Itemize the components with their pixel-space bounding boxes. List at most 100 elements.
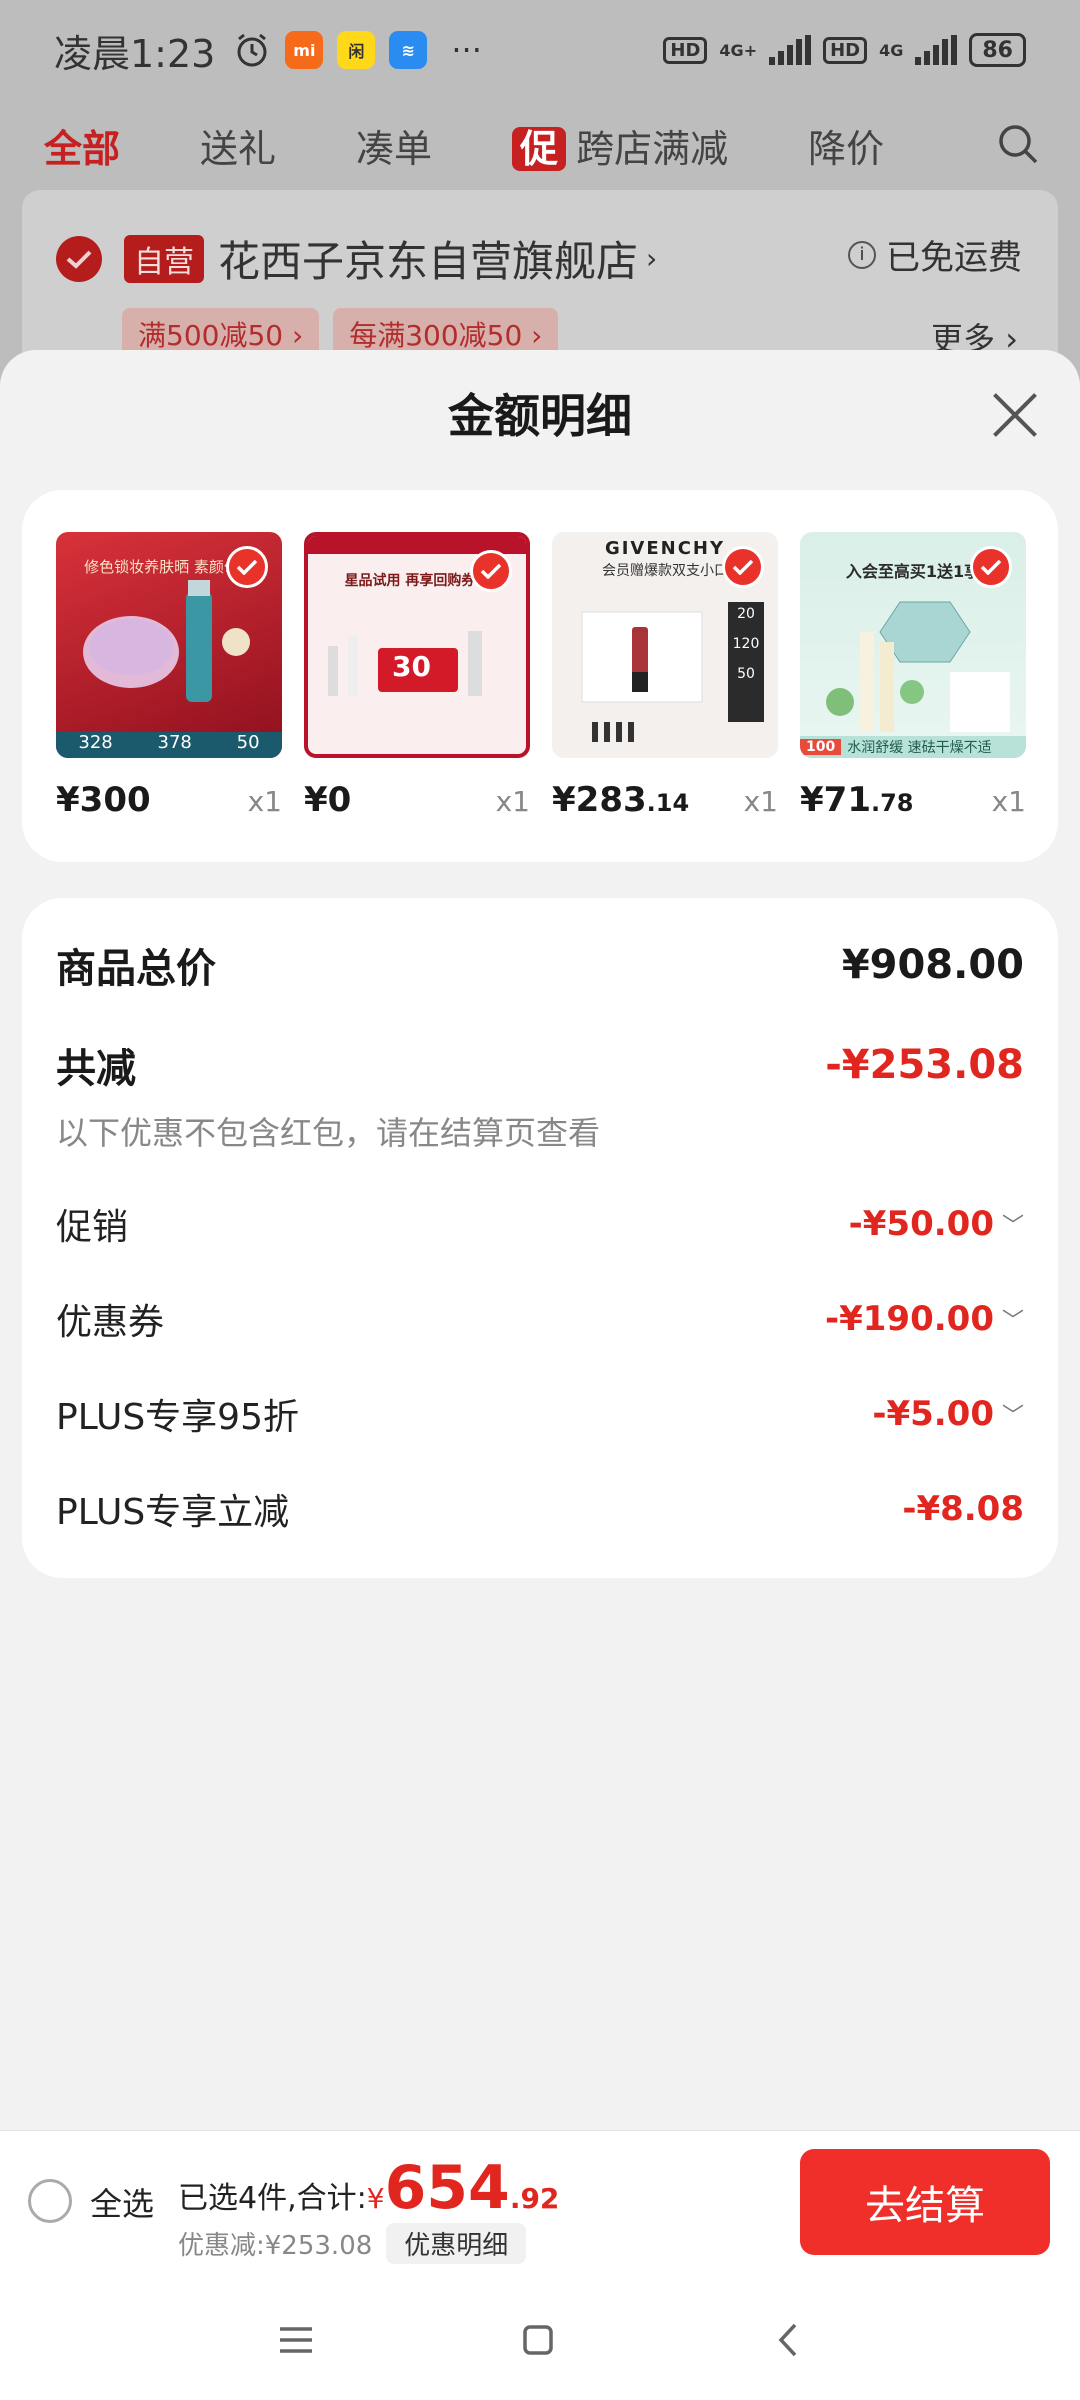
product-quantity: x1 xyxy=(743,785,778,818)
select-all-radio[interactable] xyxy=(28,2179,72,2223)
signal-icon-2 xyxy=(915,35,958,65)
menu-icon[interactable] xyxy=(266,2310,326,2370)
back-icon[interactable] xyxy=(758,2310,818,2370)
discount-summary: 优惠减:¥253.08 优惠明细 xyxy=(178,2223,527,2264)
info-icon[interactable]: i xyxy=(848,240,876,269)
tab-price-drop[interactable]: 降价 xyxy=(808,118,884,173)
signal-icon xyxy=(769,35,812,65)
home-icon[interactable] xyxy=(508,2310,568,2370)
discount-row-promotion[interactable]: 促销 -¥50.00 ﹀ xyxy=(56,1198,1024,1250)
select-all-label[interactable]: 全选 xyxy=(90,2179,154,2225)
store-check-icon[interactable] xyxy=(56,235,102,282)
amount-detail-sheet: 金额明细 修色锁妆养肤晒 素颜匀净 328 378 50 ¥300 x1 星品试… xyxy=(0,350,1080,2130)
selected-count-text: 已选4件,合计: xyxy=(178,2181,367,2216)
discount-detail-button[interactable]: 优惠明细 xyxy=(386,2223,527,2264)
hd-icon: HD xyxy=(663,36,708,64)
amount-detail-card: 商品总价 ¥908.00 共减 -¥253.08 以下优惠不包含红包，请在结算页… xyxy=(22,898,1058,1578)
mi-app-icon: mi xyxy=(285,31,324,69)
total-currency: ¥ xyxy=(366,2182,385,2215)
tab-bundle[interactable]: 凑单 xyxy=(356,118,432,173)
product-thumbnail: 星品试用 再享回购券补 30 xyxy=(304,532,530,758)
store-name[interactable]: 花西子京东自营旗舰店 xyxy=(218,228,638,289)
strip-price: 50 xyxy=(236,732,260,753)
total-reduce-value: -¥253.08 xyxy=(825,1042,1024,1088)
search-icon[interactable] xyxy=(996,122,1040,166)
status-time: 凌晨1:23 xyxy=(54,31,216,76)
price-integer: ¥300 xyxy=(56,780,151,820)
product-item[interactable]: 修色锁妆养肤晒 素颜匀净 328 378 50 ¥300 x1 xyxy=(56,532,282,820)
discount-amount: -¥50.00 xyxy=(848,1204,994,1244)
tab-gift[interactable]: 送礼 xyxy=(200,118,276,173)
product-footer: 水润舒缓 速砝干燥不适 xyxy=(847,740,992,756)
shipping-status: i 已免运费 xyxy=(848,230,1022,279)
product-thumbnail: 入会至高买1送1享 100 水润舒缓 速砝干燥不适 xyxy=(800,532,1026,758)
total-reduce-row: 共减 -¥253.08 xyxy=(56,1036,1024,1094)
products-card: 修色锁妆养肤晒 素颜匀净 328 378 50 ¥300 x1 星品试用 再享回… xyxy=(22,490,1058,862)
product-price-row: ¥300 x1 xyxy=(56,780,282,820)
chevron-down-icon[interactable]: ﹀ xyxy=(1002,1208,1024,1240)
shipping-text: 已免运费 xyxy=(886,238,1022,278)
discount-amount: -¥190.00 xyxy=(825,1299,994,1339)
total-decimal: .92 xyxy=(509,2182,560,2215)
product-item[interactable]: GIVENCHY 会员赠爆款双支小口 20 120 50 ¥283.14 x1 xyxy=(552,532,778,820)
checkout-button[interactable]: 去结算 xyxy=(800,2149,1050,2255)
discount-row-plus-95[interactable]: PLUS专享95折 -¥5.00 ﹀ xyxy=(56,1388,1024,1440)
system-nav-bar xyxy=(0,2270,1080,2400)
total-reduce-label: 共减 xyxy=(56,1046,136,1092)
price-decimal: .14 xyxy=(646,789,690,817)
total-integer: 654 xyxy=(384,2153,510,2223)
network-type-1: 4G+ xyxy=(719,40,758,60)
chevron-down-icon[interactable]: ﹀ xyxy=(1002,1398,1024,1430)
status-bar: 凌晨1:23 mi 闲 ≋ ··· HD 4G+ HD 4G 86 xyxy=(0,0,1080,100)
alarm-icon xyxy=(237,33,267,67)
chevron-down-icon[interactable]: ﹀ xyxy=(1002,1303,1024,1335)
xianyu-app-icon: 闲 xyxy=(337,31,376,69)
discount-row-coupon[interactable]: 优惠券 -¥190.00 ﹀ xyxy=(56,1293,1024,1345)
product-price-row: ¥0 x1 xyxy=(304,780,530,820)
strip-price: 328 xyxy=(78,732,113,753)
price-integer: ¥283 xyxy=(552,780,647,820)
product-price: ¥300 xyxy=(56,780,151,820)
self-operated-badge: 自营 xyxy=(124,234,204,283)
sheet-title: 金额明细 xyxy=(448,389,632,443)
discount-value: -¥8.08 xyxy=(902,1489,1024,1529)
product-tiers: 20 120 50 xyxy=(730,606,762,682)
product-price: ¥71.78 xyxy=(800,780,914,820)
selected-check-icon[interactable] xyxy=(470,550,512,592)
store-header[interactable]: 自营 花西子京东自营旗舰店 › xyxy=(56,228,657,289)
product-thumbnail: 修色锁妆养肤晒 素颜匀净 328 378 50 xyxy=(56,532,282,758)
product-price-strip: 328 378 50 xyxy=(56,732,282,758)
product-quantity: x1 xyxy=(495,785,530,818)
discount-amount: -¥5.00 xyxy=(872,1394,994,1434)
discount-note: 以下优惠不包含红包，请在结算页查看 xyxy=(56,1114,601,1152)
total-price-row: 商品总价 ¥908.00 xyxy=(56,936,1024,994)
product-item[interactable]: 星品试用 再享回购券补 30 ¥0 x1 xyxy=(304,532,530,820)
tab-cross-store[interactable]: 促跨店满减 xyxy=(512,118,728,173)
tier-value: 120 xyxy=(732,636,760,652)
battery-icon: 86 xyxy=(969,33,1026,67)
checkout-summary: 已选4件,合计: ¥ 654 .92 xyxy=(178,2153,559,2223)
coupon-chip-label: 满500减50 xyxy=(138,319,284,352)
product-price-row: ¥283.14 x1 xyxy=(552,780,778,820)
category-tabs: 全部 送礼 凑单 促跨店满减 降价 xyxy=(0,100,1080,190)
discount-label: 优惠券 xyxy=(56,1302,165,1343)
product-badge-value: 100 xyxy=(800,739,842,755)
selected-check-icon[interactable] xyxy=(970,546,1012,588)
tab-all[interactable]: 全部 xyxy=(44,118,120,173)
tier-value: 20 xyxy=(737,606,755,622)
promo-tag: 促 xyxy=(512,126,567,171)
price-integer: ¥71 xyxy=(800,780,871,820)
selected-check-icon[interactable] xyxy=(226,546,268,588)
discount-label: PLUS专享95折 xyxy=(56,1397,299,1438)
discount-label: PLUS专享立减 xyxy=(56,1492,290,1533)
product-badge-value: 30 xyxy=(392,650,431,683)
tier-value: 50 xyxy=(737,666,755,682)
product-price-row: ¥71.78 x1 xyxy=(800,780,1026,820)
selected-check-icon[interactable] xyxy=(722,546,764,588)
total-price-value: ¥908.00 xyxy=(841,942,1024,988)
product-item[interactable]: 入会至高买1送1享 100 水润舒缓 速砝干燥不适 ¥71.78 x1 xyxy=(800,532,1026,820)
status-right: HD 4G+ HD 4G 86 xyxy=(663,33,1026,67)
discount-value: -¥190.00 ﹀ xyxy=(825,1299,1024,1339)
discount-label: 促销 xyxy=(56,1207,129,1248)
close-icon[interactable] xyxy=(990,390,1040,440)
